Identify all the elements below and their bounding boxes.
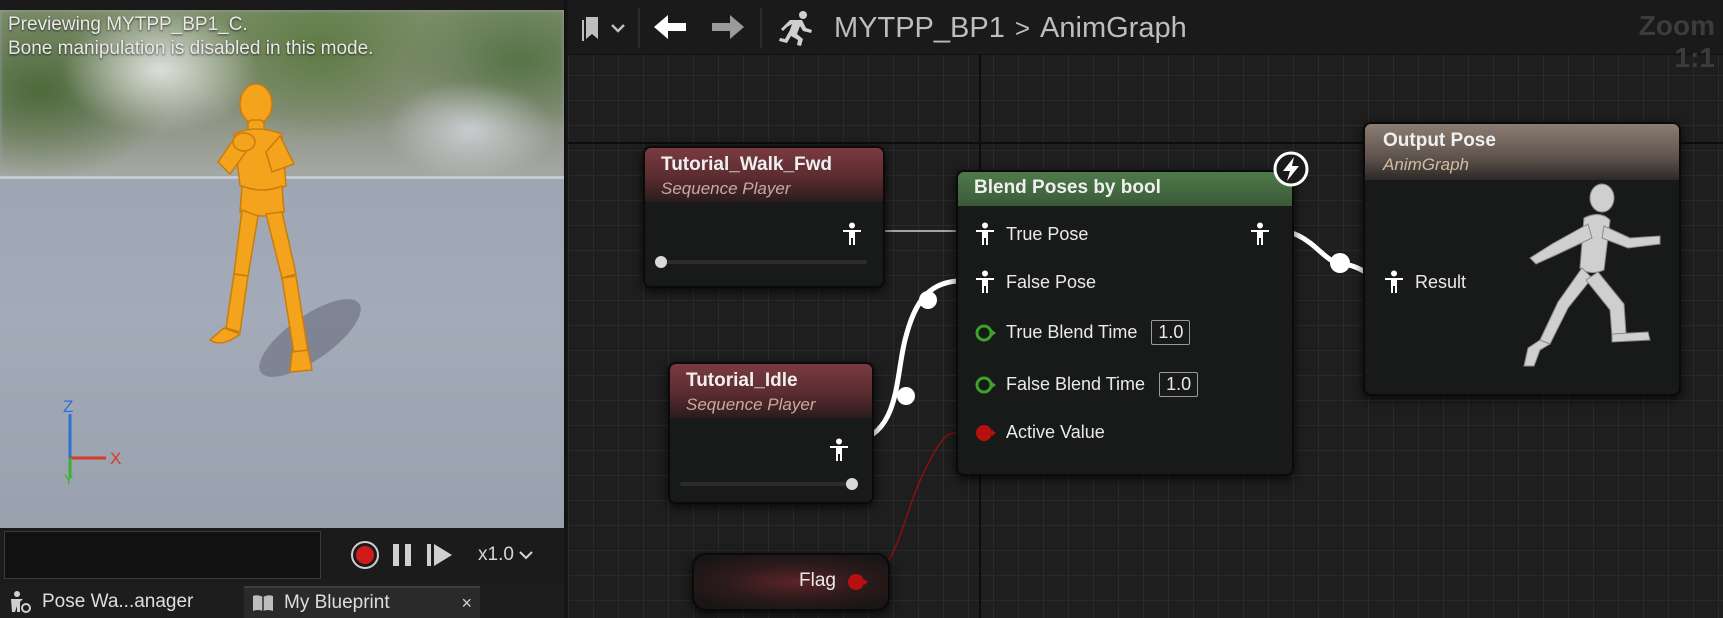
node-title: Tutorial_Walk_Fwd: [661, 154, 833, 175]
pause-button[interactable]: [387, 540, 417, 570]
node-header: Blend Poses by bool: [958, 172, 1292, 206]
true-blend-time-pin[interactable]: True Blend Time 1.0: [974, 320, 1191, 345]
zoom-level: Zoom 1:1: [1638, 10, 1715, 73]
breadcrumb: MYTPP_BP1 > AnimGraph: [834, 8, 1187, 48]
preview-status-text: Previewing MYTPP_BP1_C.: [8, 14, 248, 35]
running-mannequin-icon: [1523, 183, 1661, 367]
node-subtitle: Sequence Player: [686, 395, 816, 414]
close-tab-icon[interactable]: ×: [461, 593, 472, 614]
pose-output-pin-icon[interactable]: [828, 438, 850, 462]
false-blend-time-pin[interactable]: False Blend Time 1.0: [974, 372, 1199, 397]
toolbar-separator: [638, 8, 640, 48]
book-icon: [253, 595, 273, 611]
node-title: Blend Poses by bool: [974, 177, 1161, 198]
node-header: Output Pose AnimGraph: [1365, 124, 1679, 180]
axis-z-label: Z: [63, 397, 73, 416]
breadcrumb-blueprint[interactable]: MYTPP_BP1: [834, 12, 1005, 45]
true-blend-time-label: True Blend Time: [1006, 322, 1138, 342]
bool-pin-icon: [976, 424, 996, 441]
pose-input-pin-icon: [1385, 270, 1403, 293]
tab-my-blueprint-label: My Blueprint: [284, 592, 390, 613]
float-pin-icon: [975, 324, 996, 341]
playback-speed-dropdown[interactable]: x1.0: [478, 540, 533, 570]
node-subtitle: AnimGraph: [1383, 155, 1469, 174]
node-tutorial-walk-fwd[interactable]: Tutorial_Walk_Fwd Sequence Player: [643, 146, 885, 288]
pose-watch-icon: [11, 591, 31, 613]
sequence-position-track[interactable]: [680, 482, 858, 486]
toolbar-separator: [760, 8, 762, 48]
flag-label: Flag: [799, 570, 836, 591]
back-arrow-button[interactable]: [652, 12, 688, 42]
playback-speed-value: x1.0: [478, 544, 514, 565]
true-blend-time-input[interactable]: 1.0: [1151, 320, 1191, 345]
false-blend-time-label: False Blend Time: [1006, 374, 1146, 394]
tab-pose-watch-label: Pose Wa...anager: [42, 591, 194, 612]
pose-output-pin-icon[interactable]: [841, 222, 863, 246]
chevron-down-icon: [519, 551, 533, 560]
active-value-label: Active Value: [1006, 422, 1105, 442]
node-flag-variable[interactable]: Flag: [692, 553, 890, 611]
false-blend-time-input[interactable]: 1.0: [1159, 372, 1199, 397]
running-figure-icon: [779, 11, 812, 46]
pose-input-pin-icon: [976, 222, 994, 245]
bone-manipulation-notice: Bone manipulation is disabled in this mo…: [8, 38, 374, 59]
axis-x-label: X: [110, 449, 121, 468]
tab-my-blueprint[interactable]: My Blueprint ×: [244, 586, 480, 618]
float-pin-icon: [975, 376, 996, 393]
step-forward-button[interactable]: [424, 540, 454, 570]
sequence-position-knob[interactable]: [655, 256, 667, 268]
result-label: Result: [1415, 271, 1467, 292]
active-value-pin[interactable]: Active Value: [974, 422, 1105, 443]
true-pose-label: True Pose: [1006, 223, 1089, 244]
character-mannequin: [208, 83, 361, 377]
sequence-position-knob[interactable]: [846, 478, 858, 490]
preview-viewport[interactable]: Z X Y Previewing MYTPP_BP1_C. Bone manip…: [0, 0, 565, 528]
pose-output-pin-icon[interactable]: [1249, 222, 1271, 246]
timeline-field[interactable]: [4, 531, 321, 579]
false-pose-label: False Pose: [1006, 271, 1097, 292]
node-header: Tutorial_Idle Sequence Player: [670, 364, 872, 418]
breadcrumb-animgraph[interactable]: AnimGraph: [1040, 12, 1187, 45]
pose-input-pin-icon: [976, 270, 994, 293]
sequence-position-track[interactable]: [659, 260, 867, 264]
axis-gizmo: Z X Y: [63, 397, 121, 486]
node-title: Tutorial_Idle: [686, 370, 798, 391]
node-header: Tutorial_Walk_Fwd Sequence Player: [645, 148, 883, 202]
result-pin[interactable]: Result: [1383, 270, 1466, 294]
tab-pose-watch-manager[interactable]: Pose Wa...anager: [0, 586, 236, 618]
viewport-top-strip: [0, 0, 564, 10]
axis-y-label: Y: [64, 471, 74, 486]
breadcrumb-separator-icon: >: [1014, 12, 1031, 43]
chevron-down-icon: [611, 24, 625, 33]
node-subtitle: Sequence Player: [661, 179, 791, 198]
fast-path-lightning-icon: [1273, 151, 1309, 187]
node-title: Output Pose: [1383, 130, 1496, 151]
node-blend-poses-by-bool[interactable]: Blend Poses by bool True Pose False Pose…: [956, 170, 1294, 476]
node-tutorial-idle[interactable]: Tutorial_Idle Sequence Player: [668, 362, 874, 504]
bool-output-pin-icon[interactable]: [846, 572, 868, 592]
true-pose-pin[interactable]: True Pose: [974, 222, 1088, 246]
record-button[interactable]: [350, 540, 380, 570]
forward-arrow-button[interactable]: [710, 12, 746, 42]
false-pose-pin[interactable]: False Pose: [974, 270, 1096, 294]
bookmark-dropdown-button[interactable]: [580, 13, 630, 43]
